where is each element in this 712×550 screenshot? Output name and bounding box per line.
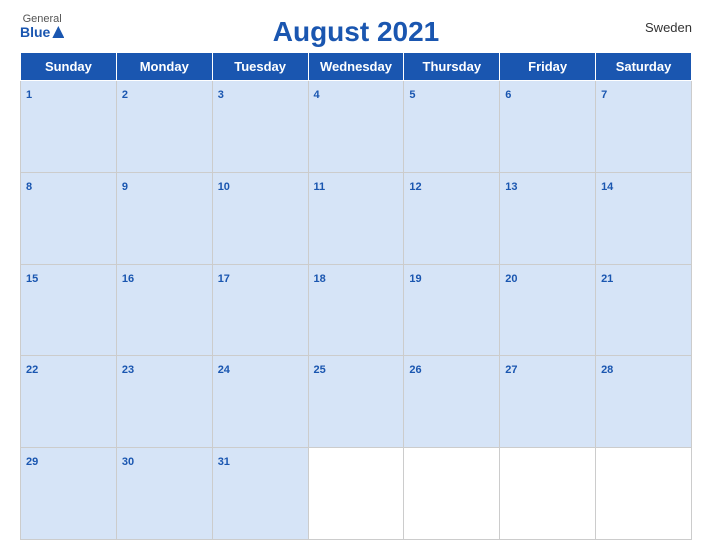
calendar-cell: 29 [21, 448, 117, 540]
calendar-cell [596, 448, 692, 540]
day-number: 27 [505, 364, 517, 376]
day-number: 24 [218, 364, 230, 376]
day-number: 12 [409, 181, 421, 193]
calendar-cell [500, 448, 596, 540]
calendar-cell: 28 [596, 356, 692, 448]
calendar-cell: 27 [500, 356, 596, 448]
day-number: 22 [26, 364, 38, 376]
calendar-cell: 22 [21, 356, 117, 448]
calendar-cell: 12 [404, 172, 500, 264]
calendar-cell: 14 [596, 172, 692, 264]
day-number: 10 [218, 181, 230, 193]
calendar-cell: 8 [21, 172, 117, 264]
day-number: 26 [409, 364, 421, 376]
day-number: 17 [218, 273, 230, 285]
logo-triangle-icon [52, 26, 64, 38]
month-title: August 2021 [273, 16, 440, 48]
calendar-week-row: 1 2 3 4 5 6 7 [21, 81, 692, 173]
logo-blue-text: Blue [20, 25, 64, 39]
calendar-cell: 6 [500, 81, 596, 173]
day-number: 28 [601, 364, 613, 376]
day-number: 5 [409, 89, 415, 101]
calendar-cell: 26 [404, 356, 500, 448]
calendar-cell: 7 [596, 81, 692, 173]
weekday-header-saturday: Saturday [596, 53, 692, 81]
calendar-cell: 21 [596, 264, 692, 356]
day-number: 18 [314, 273, 326, 285]
calendar-cell: 18 [308, 264, 404, 356]
day-number: 11 [314, 181, 326, 193]
day-number: 30 [122, 456, 134, 468]
calendar-cell: 3 [212, 81, 308, 173]
calendar-header: General Blue August 2021 Sweden [20, 10, 692, 48]
day-number: 23 [122, 364, 134, 376]
day-number: 7 [601, 89, 607, 101]
calendar-cell: 31 [212, 448, 308, 540]
day-number: 6 [505, 89, 511, 101]
calendar-cell: 24 [212, 356, 308, 448]
calendar-cell: 9 [116, 172, 212, 264]
day-number: 16 [122, 273, 134, 285]
day-number: 4 [314, 89, 320, 101]
calendar-cell: 11 [308, 172, 404, 264]
day-number: 13 [505, 181, 517, 193]
day-number: 14 [601, 181, 613, 193]
calendar-table: SundayMondayTuesdayWednesdayThursdayFrid… [20, 52, 692, 540]
calendar-cell: 2 [116, 81, 212, 173]
weekday-header-tuesday: Tuesday [212, 53, 308, 81]
weekday-header-friday: Friday [500, 53, 596, 81]
calendar-week-row: 22 23 24 25 26 27 28 [21, 356, 692, 448]
country-label: Sweden [645, 20, 692, 35]
calendar-cell: 30 [116, 448, 212, 540]
calendar-week-row: 15 16 17 18 19 20 21 [21, 264, 692, 356]
calendar-cell: 13 [500, 172, 596, 264]
calendar-cell: 4 [308, 81, 404, 173]
calendar-cell: 10 [212, 172, 308, 264]
weekday-header-wednesday: Wednesday [308, 53, 404, 81]
day-number: 8 [26, 181, 32, 193]
day-number: 31 [218, 456, 230, 468]
day-number: 3 [218, 89, 224, 101]
calendar-cell: 20 [500, 264, 596, 356]
day-number: 9 [122, 181, 128, 193]
weekday-header-thursday: Thursday [404, 53, 500, 81]
calendar-week-row: 29 30 31 [21, 448, 692, 540]
day-number: 25 [314, 364, 326, 376]
calendar-cell: 25 [308, 356, 404, 448]
weekday-header-monday: Monday [116, 53, 212, 81]
calendar-cell: 5 [404, 81, 500, 173]
logo: General Blue [20, 14, 64, 39]
calendar-cell: 19 [404, 264, 500, 356]
day-number: 15 [26, 273, 38, 285]
day-number: 20 [505, 273, 517, 285]
calendar-week-row: 8 9 10 11 12 13 14 [21, 172, 692, 264]
calendar-cell: 23 [116, 356, 212, 448]
day-number: 19 [409, 273, 421, 285]
calendar-cell [308, 448, 404, 540]
calendar-cell [404, 448, 500, 540]
day-number: 21 [601, 273, 613, 285]
calendar-cell: 1 [21, 81, 117, 173]
weekday-header-sunday: Sunday [21, 53, 117, 81]
day-number: 1 [26, 89, 32, 101]
calendar-cell: 17 [212, 264, 308, 356]
calendar-cell: 16 [116, 264, 212, 356]
weekday-header-row: SundayMondayTuesdayWednesdayThursdayFrid… [21, 53, 692, 81]
day-number: 29 [26, 456, 38, 468]
day-number: 2 [122, 89, 128, 101]
calendar-cell: 15 [21, 264, 117, 356]
